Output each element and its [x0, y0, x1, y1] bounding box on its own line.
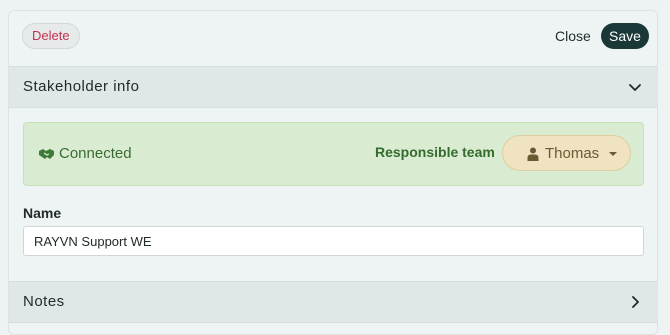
toolbar: Delete Close Save [9, 11, 657, 65]
delete-button[interactable]: Delete [22, 23, 80, 49]
name-input[interactable] [23, 226, 644, 256]
connected-status-text: Connected [59, 145, 132, 162]
section-title: Notes [23, 293, 65, 310]
responsible-team-label: Responsible team [375, 144, 495, 160]
stakeholder-panel: Delete Close Save Stakeholder info Conne… [8, 10, 658, 335]
chevron-right-icon [632, 296, 639, 308]
section-title: Stakeholder info [23, 78, 140, 95]
chevron-down-icon [629, 84, 641, 91]
notes-header[interactable]: Notes [9, 281, 657, 323]
responsible-user-name: Thomas [545, 145, 600, 162]
stakeholder-info-header[interactable]: Stakeholder info [9, 66, 657, 108]
close-button[interactable]: Close [547, 23, 599, 49]
person-icon [527, 147, 539, 161]
caret-down-icon [609, 152, 617, 156]
name-label: Name [23, 205, 62, 221]
save-button[interactable]: Save [601, 23, 649, 49]
handshake-icon [39, 149, 54, 159]
connected-status-box: Connected Responsible team Thomas [23, 122, 644, 186]
responsible-user-dropdown[interactable]: Thomas [502, 135, 631, 171]
